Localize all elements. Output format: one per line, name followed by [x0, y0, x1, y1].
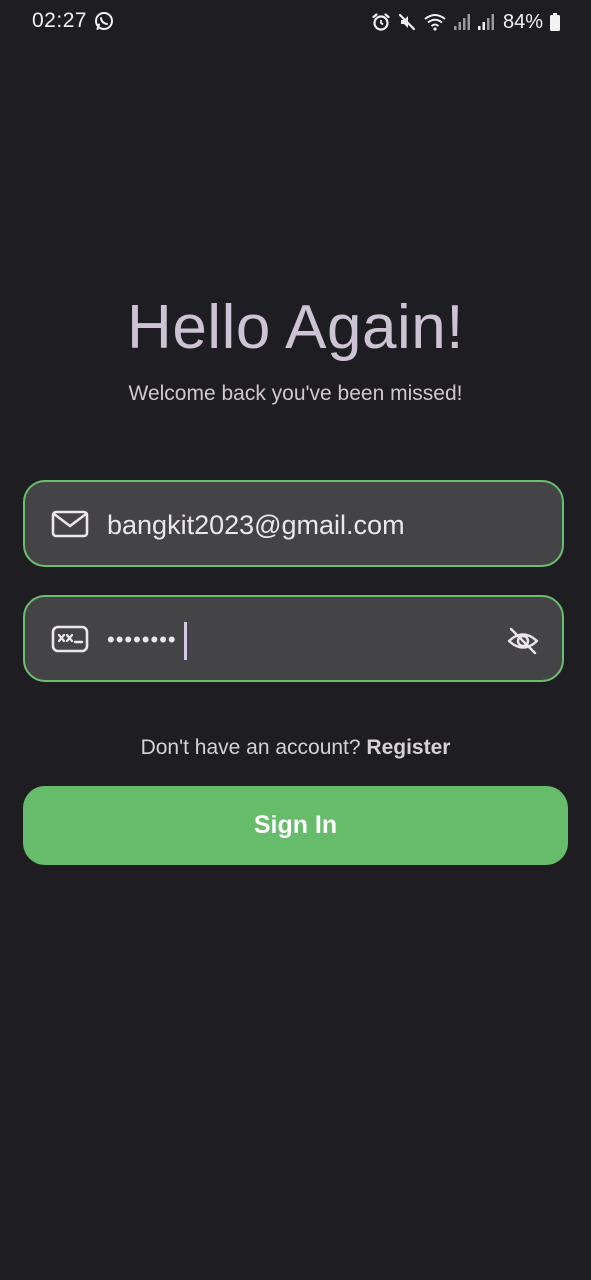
eye-off-icon[interactable]: [506, 624, 540, 658]
wifi-icon: [423, 12, 447, 32]
page-title: Hello Again!: [127, 293, 464, 362]
register-link[interactable]: Register: [366, 736, 450, 759]
status-icons: 84%: [371, 10, 561, 34]
sign-in-button[interactable]: Sign In: [23, 786, 568, 865]
register-prompt: Don't have an account? Register: [0, 736, 591, 760]
alarm-icon: [371, 12, 391, 32]
battery-percent: 84%: [502, 10, 543, 33]
password-value[interactable]: ••••••••: [107, 625, 177, 655]
page-subtitle: Welcome back you've been missed!: [128, 382, 463, 405]
email-value[interactable]: bangkit2023@gmail.com: [107, 510, 405, 541]
signal-icon: [453, 12, 471, 32]
mail-icon: [51, 509, 89, 539]
password-field[interactable]: ••••••••: [23, 595, 564, 682]
register-prompt-text: Don't have an account?: [140, 736, 367, 759]
status-time: 02:27: [32, 9, 88, 32]
password-icon: [51, 624, 89, 654]
mute-icon: [397, 12, 417, 32]
whatsapp-icon: [94, 11, 114, 31]
text-caret: [184, 622, 187, 660]
status-bar: 02:27 84%: [0, 0, 591, 44]
signal-icon: [477, 12, 495, 32]
email-field[interactable]: bangkit2023@gmail.com: [23, 480, 564, 567]
battery-icon: [549, 12, 561, 32]
